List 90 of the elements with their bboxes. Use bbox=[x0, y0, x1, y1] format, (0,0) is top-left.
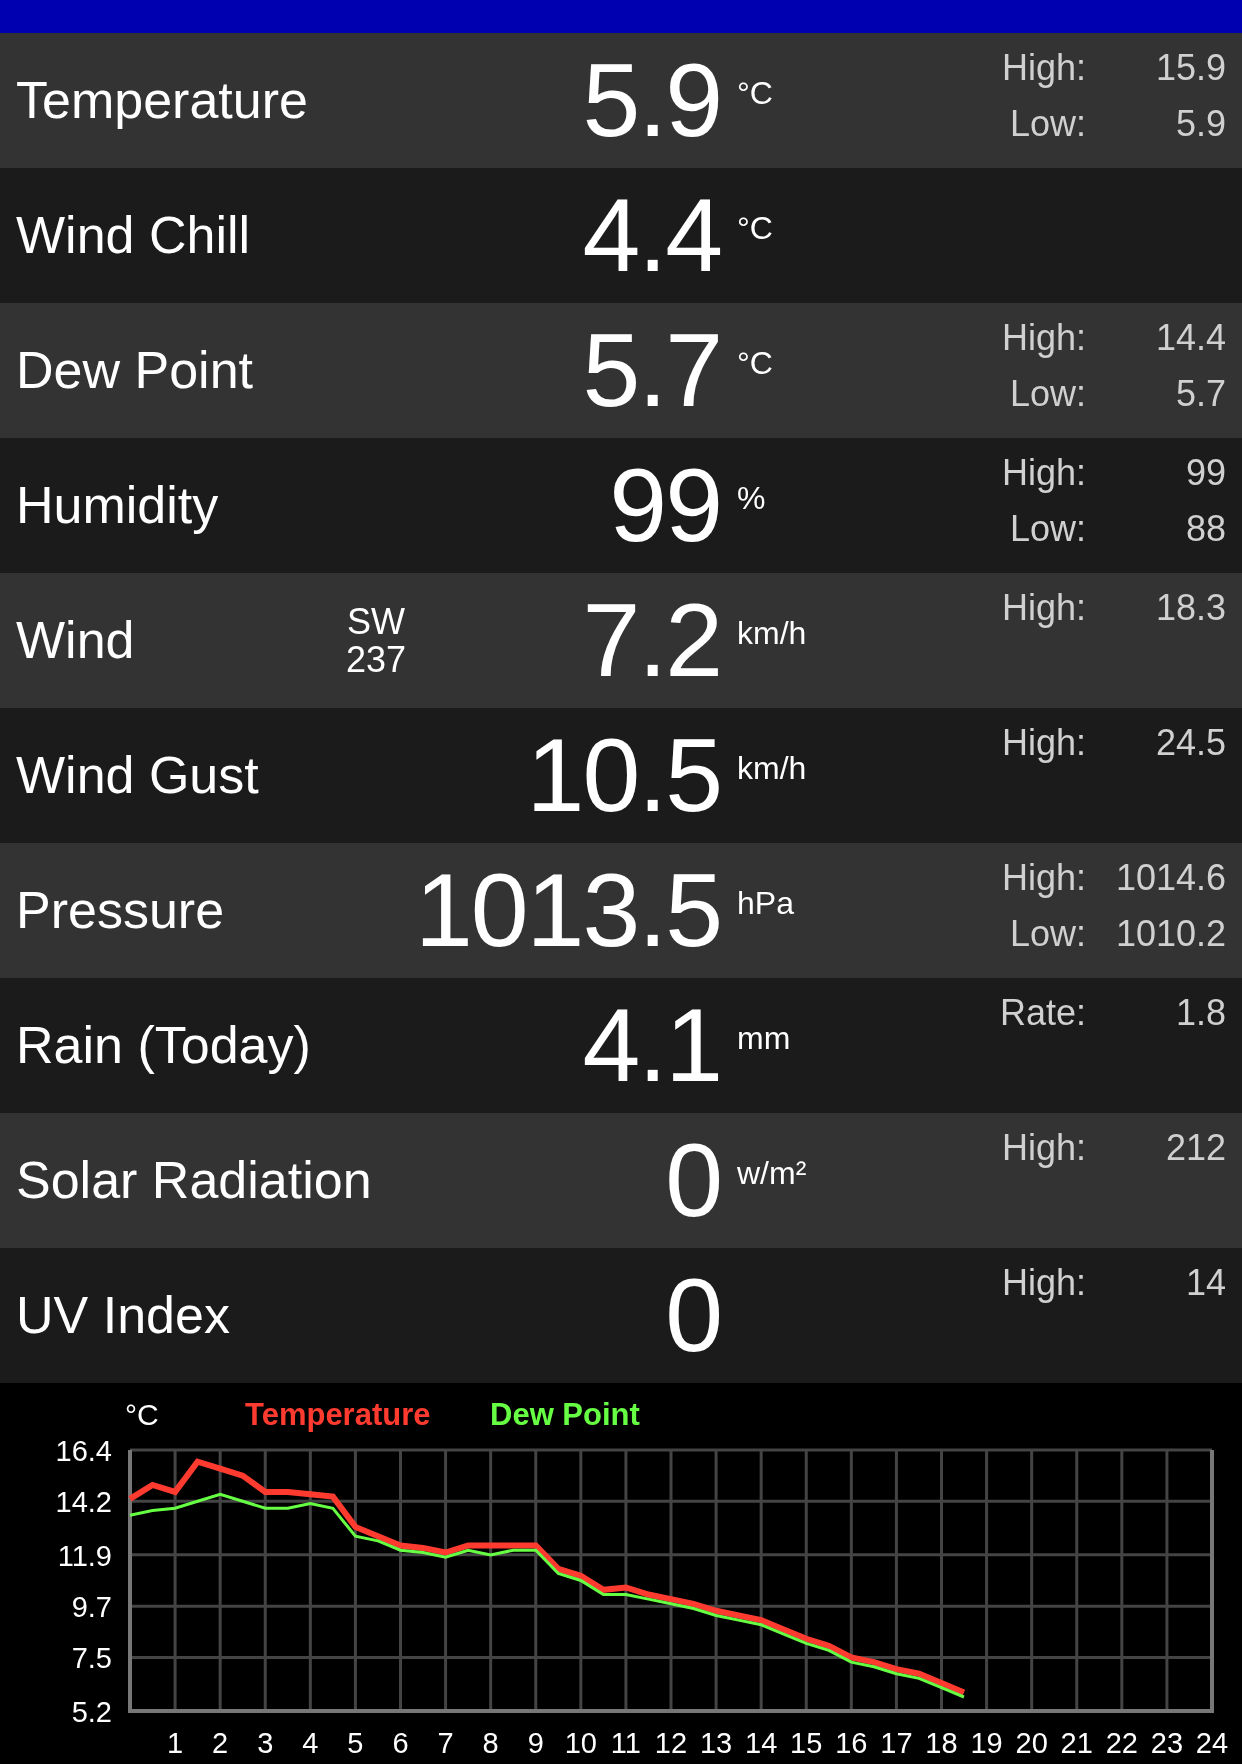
x-tick-label: 9 bbox=[527, 1727, 544, 1759]
stat-value: 18.3 bbox=[1154, 587, 1226, 629]
x-tick-label: 3 bbox=[257, 1727, 274, 1759]
stat-label: High: bbox=[1001, 47, 1086, 89]
legend-label: Dew Point bbox=[490, 1397, 640, 1432]
stat-label: Low: bbox=[1008, 508, 1086, 550]
stat-value: 1010.2 bbox=[1114, 913, 1226, 955]
stat-value: 1014.6 bbox=[1114, 857, 1226, 899]
reading-label: Pressure bbox=[16, 880, 226, 941]
wind-direction: SW bbox=[347, 602, 405, 641]
x-tick-label: 8 bbox=[482, 1727, 499, 1759]
x-tick-label: 10 bbox=[564, 1727, 597, 1759]
x-tick-label: 16 bbox=[835, 1727, 868, 1759]
reading-value: 0 bbox=[665, 1121, 721, 1240]
x-tick-label: 2 bbox=[212, 1727, 229, 1759]
x-tick-label: 6 bbox=[392, 1727, 409, 1759]
reading-label: Humidity bbox=[16, 475, 220, 536]
reading-value: 0 bbox=[665, 1256, 721, 1375]
x-tick-label: 18 bbox=[925, 1727, 958, 1759]
x-tick-label: 24 bbox=[1195, 1727, 1229, 1759]
stat-value: 5.9 bbox=[1174, 103, 1226, 145]
x-tick-label: 22 bbox=[1105, 1727, 1138, 1759]
unit-label: km/h bbox=[736, 750, 808, 787]
x-tick-label: 21 bbox=[1060, 1727, 1093, 1759]
x-tick-label: 20 bbox=[1015, 1727, 1048, 1759]
x-tick-label: 1 bbox=[167, 1727, 184, 1759]
reading-value: 5.9 bbox=[582, 41, 721, 160]
unit-label: °C bbox=[736, 210, 774, 247]
stat-label: High: bbox=[1001, 1262, 1086, 1304]
unit-label: w/m² bbox=[736, 1155, 808, 1192]
reading-value: 10.5 bbox=[526, 716, 721, 835]
reading-label: Solar Radiation bbox=[16, 1150, 373, 1211]
x-tick-label: 15 bbox=[790, 1727, 823, 1759]
reading-value: 99 bbox=[609, 446, 721, 565]
stat-value: 14 bbox=[1184, 1262, 1226, 1304]
x-tick-label: 5 bbox=[347, 1727, 364, 1759]
x-tick-label: 7 bbox=[437, 1727, 454, 1759]
axis-unit-label: °C bbox=[125, 1398, 159, 1431]
stat-value: 1.8 bbox=[1174, 992, 1226, 1034]
unit-label: mm bbox=[736, 1020, 792, 1057]
y-tick-label: 7.5 bbox=[71, 1642, 112, 1675]
stat-label: Low: bbox=[1008, 103, 1086, 145]
stat-value: 14.4 bbox=[1154, 317, 1226, 359]
x-tick-label: 11 bbox=[610, 1727, 641, 1759]
reading-value: 7.2 bbox=[582, 581, 721, 700]
x-tick-label: 12 bbox=[654, 1727, 688, 1759]
stat-value: 99 bbox=[1184, 452, 1226, 494]
stat-label: High: bbox=[1001, 1127, 1086, 1169]
reading-label: Wind Chill bbox=[16, 205, 252, 266]
stat-label: High: bbox=[1001, 857, 1086, 899]
stat-label: Rate: bbox=[999, 992, 1086, 1034]
reading-label: Wind Gust bbox=[16, 745, 260, 806]
y-tick-label: 11.9 bbox=[57, 1539, 112, 1572]
unit-label: hPa bbox=[736, 885, 795, 922]
unit-label: °C bbox=[736, 75, 774, 112]
unit-label: km/h bbox=[736, 615, 808, 652]
unit-label: % bbox=[736, 480, 767, 517]
x-tick-label: 17 bbox=[880, 1727, 913, 1759]
reading-value: 4.1 bbox=[582, 986, 721, 1105]
reading-label: Dew Point bbox=[16, 340, 254, 401]
y-tick-label: 16.4 bbox=[55, 1435, 112, 1467]
stat-value: 212 bbox=[1164, 1127, 1226, 1169]
stat-label: High: bbox=[1001, 317, 1086, 359]
reading-value: 1013.5 bbox=[414, 851, 721, 970]
stat-value: 24.5 bbox=[1154, 722, 1226, 764]
stat-label: High: bbox=[1001, 587, 1086, 629]
reading-label: Wind bbox=[16, 610, 136, 671]
x-tick-label: 14 bbox=[745, 1727, 778, 1759]
stat-label: Low: bbox=[1008, 913, 1086, 955]
reading-label: Temperature bbox=[16, 70, 309, 131]
stat-value: 5.7 bbox=[1174, 373, 1226, 415]
x-tick-label: 4 bbox=[302, 1727, 319, 1759]
y-tick-label: 14.2 bbox=[55, 1486, 112, 1519]
stat-value: 15.9 bbox=[1154, 47, 1226, 89]
stat-label: High: bbox=[1001, 722, 1086, 764]
legend-label: Temperature bbox=[245, 1397, 431, 1432]
wind-direction: 237 bbox=[345, 640, 407, 679]
x-tick-label: 19 bbox=[970, 1727, 1003, 1759]
reading-label: UV Index bbox=[16, 1285, 231, 1346]
y-tick-label: 9.7 bbox=[71, 1591, 112, 1624]
reading-value: 4.4 bbox=[582, 176, 721, 295]
x-tick-label: 23 bbox=[1150, 1727, 1184, 1759]
x-tick-label: 13 bbox=[699, 1727, 733, 1759]
stat-value: 88 bbox=[1184, 508, 1226, 550]
reading-value: 5.7 bbox=[582, 311, 721, 430]
y-tick-label: 5.2 bbox=[71, 1696, 112, 1728]
stat-label: Low: bbox=[1008, 373, 1086, 415]
unit-label: °C bbox=[736, 345, 774, 382]
stat-label: High: bbox=[1001, 452, 1086, 494]
reading-label: Rain (Today) bbox=[16, 1015, 312, 1076]
